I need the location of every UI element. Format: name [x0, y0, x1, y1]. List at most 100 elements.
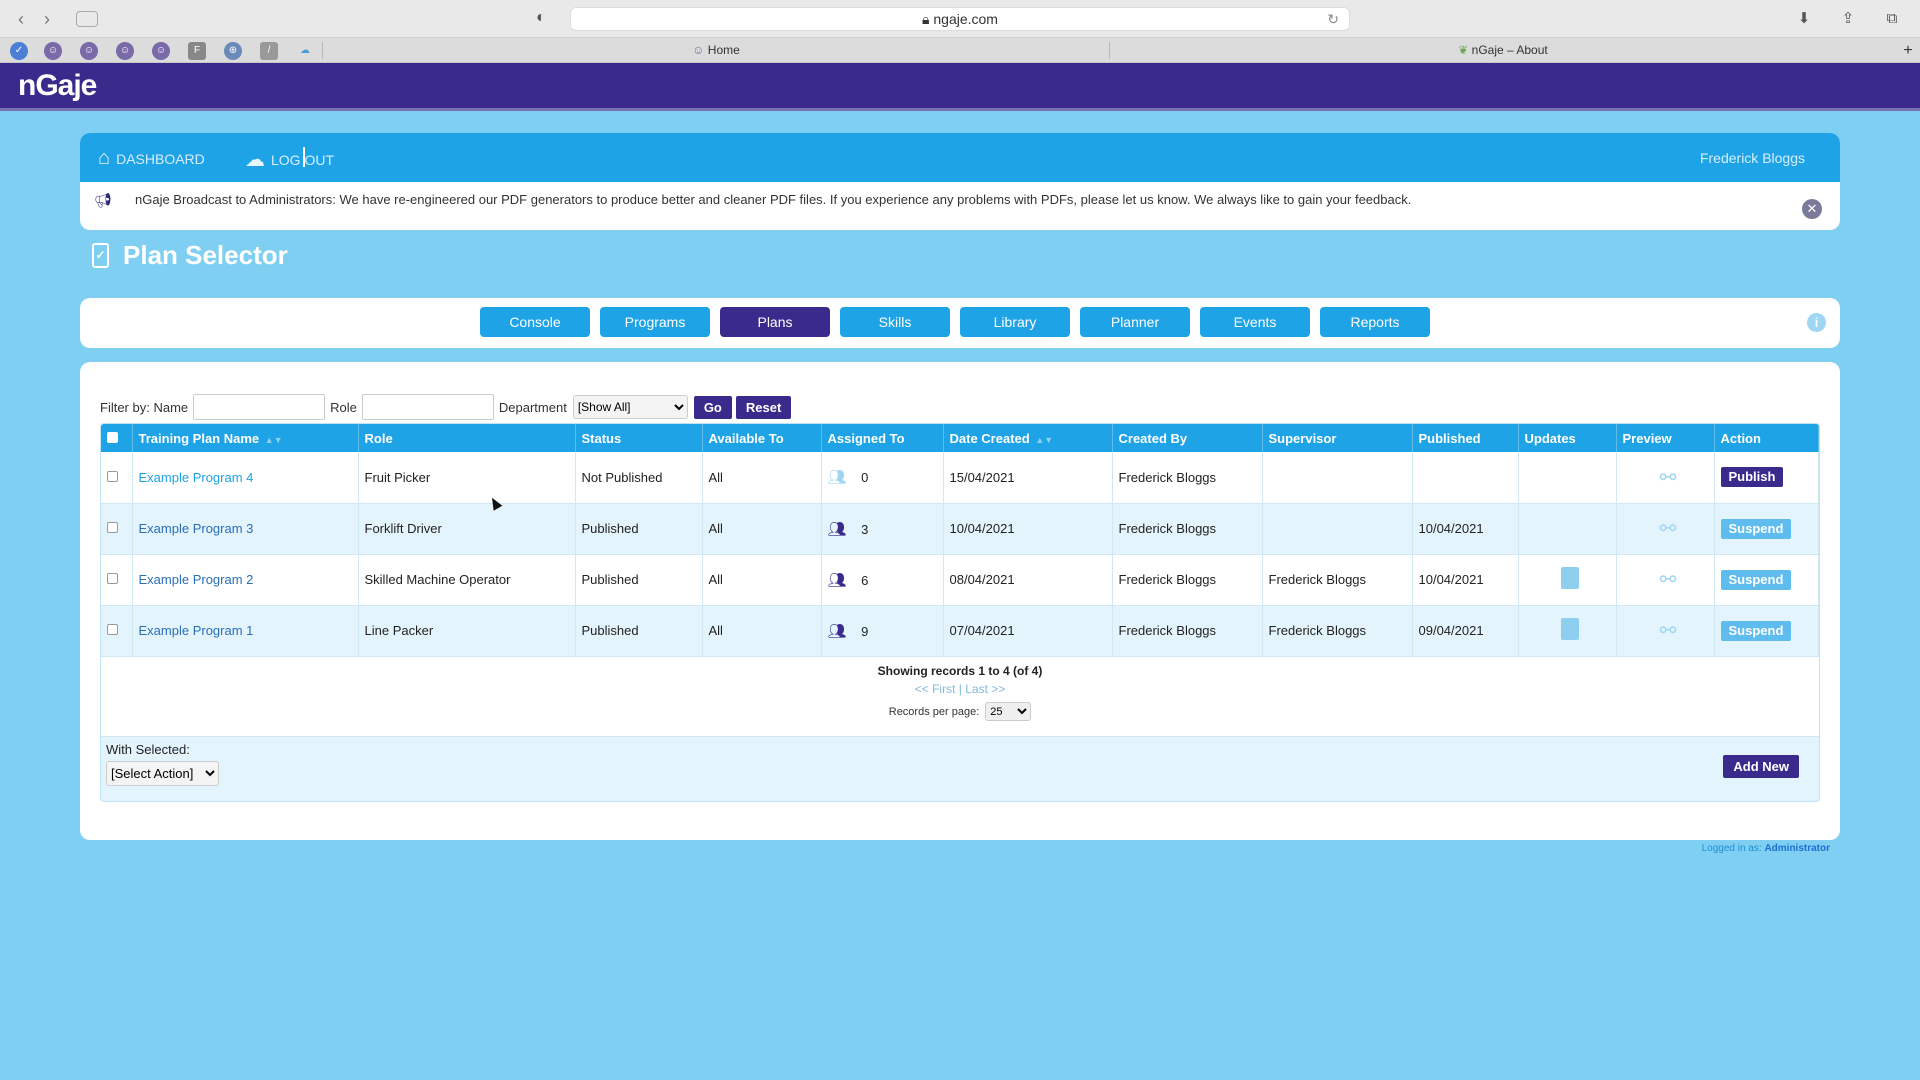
module-console-button[interactable]: Console	[480, 307, 590, 337]
logged-in-role[interactable]: Administrator	[1764, 843, 1830, 854]
last-page-link[interactable]: Last >>	[965, 682, 1005, 696]
cell-date-created: 15/04/2021	[943, 452, 1113, 504]
app-logo[interactable]: nGaje	[18, 69, 97, 103]
tab-about-label: nGaje – About	[1471, 43, 1548, 57]
binoculars-icon[interactable]: ⚯	[1660, 467, 1677, 489]
nav-card: ⌂ DASHBOARD ☁ LOG OUT Frederick Bloggs 📢…	[80, 133, 1840, 230]
table-row: Example Program 1 Line Packer Published …	[101, 605, 1819, 657]
bookmark-icon[interactable]: ☺	[80, 42, 98, 60]
info-icon[interactable]: i	[1807, 313, 1826, 332]
cell-status: Published	[575, 605, 703, 657]
people-icon[interactable]: 👥︎	[828, 571, 858, 589]
document-icon[interactable]	[1560, 618, 1579, 640]
bookmark-icon[interactable]: ☁	[296, 42, 314, 60]
suspend-button[interactable]: Suspend	[1720, 620, 1792, 641]
filter-department-label: Department	[498, 399, 567, 415]
close-icon[interactable]: ✕	[1802, 199, 1822, 219]
page-title-block: ✓ Plan Selector	[92, 240, 288, 271]
plan-name-link[interactable]: Example Program 2	[139, 572, 254, 587]
module-plans-button[interactable]: Plans	[720, 307, 830, 337]
binoculars-icon[interactable]: ⚯	[1660, 569, 1677, 591]
table-header-row: Training Plan Name ▲▼ Role Status Availa…	[101, 424, 1819, 452]
plan-name-link[interactable]: Example Program 1	[139, 623, 254, 638]
share-icon[interactable]: ⇪	[1836, 8, 1860, 30]
reload-icon[interactable]: ↻	[1327, 8, 1339, 31]
cell-published	[1412, 452, 1519, 504]
row-checkbox[interactable]	[107, 624, 118, 635]
sort-arrows-icon[interactable]: ▲▼	[1035, 435, 1053, 445]
people-icon[interactable]: 👥︎	[828, 622, 858, 640]
add-new-button[interactable]: Add New	[1723, 755, 1799, 778]
binoculars-icon[interactable]: ⚯	[1660, 518, 1677, 540]
reset-button[interactable]: Reset	[735, 395, 792, 419]
bookmark-icon[interactable]: ✓	[10, 42, 28, 60]
module-planner-button[interactable]: Planner	[1080, 307, 1190, 337]
header-label: Date Created	[949, 430, 1030, 446]
publish-button[interactable]: Publish	[1720, 467, 1784, 488]
cell-updates	[1518, 503, 1617, 555]
tab-home[interactable]: ☺ Home	[323, 38, 1109, 63]
people-icon[interactable]: 👥︎	[828, 520, 858, 538]
download-icon[interactable]: ⬇	[1792, 8, 1816, 30]
cell-date-created: 10/04/2021	[943, 503, 1113, 555]
cell-status: Not Published	[575, 452, 703, 504]
bookmark-icon[interactable]: ☺	[44, 42, 62, 60]
cell-role: Line Packer	[358, 605, 576, 657]
row-checkbox[interactable]	[107, 470, 118, 482]
row-checkbox[interactable]	[107, 522, 118, 533]
col-created-by: Created By	[1112, 424, 1263, 452]
user-name[interactable]: Frederick Bloggs	[1700, 150, 1805, 166]
dashboard-link[interactable]: ⌂ DASHBOARD	[98, 147, 205, 170]
col-date-created[interactable]: Date Created ▲▼	[943, 424, 1113, 452]
name-filter-input[interactable]	[193, 394, 326, 420]
first-page-link[interactable]: << First	[915, 682, 956, 696]
logout-link[interactable]: ☁ LOG OUT	[245, 147, 334, 172]
bookmark-icon[interactable]: ☺	[116, 42, 134, 60]
page-title: Plan Selector	[123, 240, 288, 270]
tab-about[interactable]: ❦ nGaje – About	[1110, 38, 1896, 63]
bookmark-icon[interactable]: ⊕	[224, 42, 242, 60]
records-per-page-select[interactable]: 25	[985, 702, 1032, 721]
module-library-button[interactable]: Library	[960, 307, 1070, 337]
tabs-overview-icon[interactable]: ⧉	[1880, 8, 1904, 30]
sidebar-toggle-icon[interactable]	[76, 11, 98, 27]
col-action: Action	[1714, 424, 1819, 452]
bookmark-icon[interactable]: ☺	[152, 42, 170, 60]
cell-role: Fruit Picker	[358, 452, 576, 504]
address-bar[interactable]: 🔒︎ ngaje.com ↻	[570, 7, 1350, 31]
module-nav: Console Programs Plans Skills Library Pl…	[80, 298, 1840, 348]
row-checkbox[interactable]	[107, 573, 118, 584]
module-reports-button[interactable]: Reports	[1320, 307, 1430, 337]
bookmark-icon[interactable]: /	[260, 42, 278, 60]
records-summary: Showing records 1 to 4 (of 4)	[877, 664, 1043, 678]
go-button[interactable]: Go	[693, 395, 732, 419]
binoculars-icon[interactable]: ⚯	[1660, 620, 1677, 642]
dashboard-label: DASHBOARD	[116, 150, 205, 167]
module-programs-button[interactable]: Programs	[600, 307, 710, 337]
sort-arrows-icon[interactable]: ▲▼	[265, 435, 283, 445]
cell-published: 09/04/2021	[1412, 605, 1519, 657]
col-published: Published	[1412, 424, 1519, 452]
back-icon[interactable]: ‹	[10, 8, 32, 30]
cell-assigned: 👥︎ 0	[821, 452, 944, 504]
forward-icon[interactable]: ›	[36, 8, 58, 30]
suspend-button[interactable]: Suspend	[1720, 518, 1792, 539]
suspend-button[interactable]: Suspend	[1720, 569, 1792, 590]
select-all-checkbox[interactable]	[107, 431, 118, 443]
plan-name-link[interactable]: Example Program 4	[139, 470, 254, 485]
document-icon[interactable]	[1560, 567, 1579, 589]
assigned-count: 9	[861, 623, 869, 639]
bulk-action-select[interactable]: [Select Action]	[106, 761, 219, 786]
shield-icon[interactable]: ◐	[536, 9, 552, 29]
cell-preview: ⚯	[1616, 503, 1715, 555]
people-icon[interactable]: 👥︎	[828, 468, 858, 486]
plan-name-link[interactable]: Example Program 3	[139, 521, 254, 536]
new-tab-button[interactable]: +	[1896, 38, 1920, 63]
assigned-count: 3	[861, 521, 869, 537]
col-training-plan-name[interactable]: Training Plan Name ▲▼	[132, 424, 359, 452]
role-filter-input[interactable]	[361, 394, 494, 420]
department-select[interactable]: [Show All]	[572, 395, 688, 419]
module-skills-button[interactable]: Skills	[840, 307, 950, 337]
bookmark-icon[interactable]: F	[188, 42, 206, 60]
module-events-button[interactable]: Events	[1200, 307, 1310, 337]
